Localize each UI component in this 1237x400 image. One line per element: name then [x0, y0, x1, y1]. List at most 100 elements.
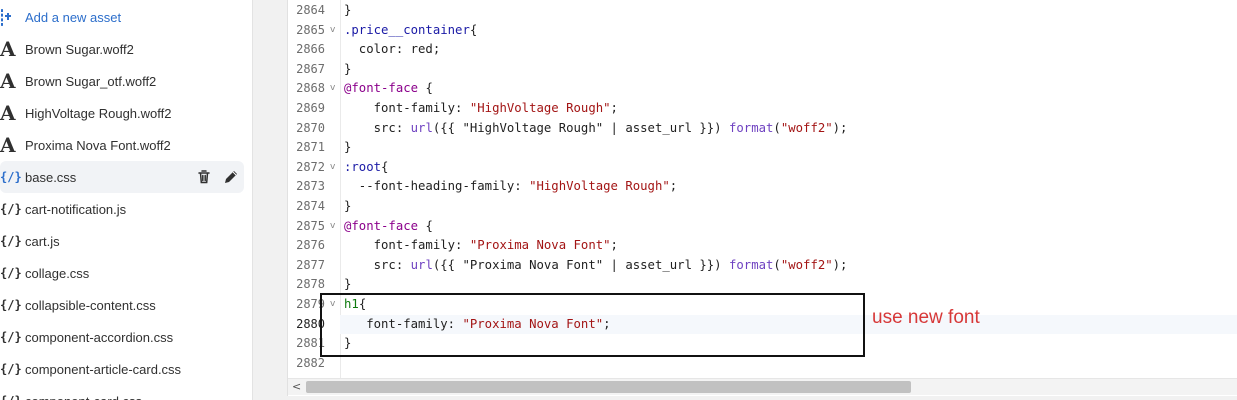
font-file-icon: A — [0, 69, 16, 93]
code-token: src: — [344, 257, 411, 272]
code-file-icon: {/} — [0, 362, 22, 376]
file-row-actions — [196, 168, 244, 186]
scroll-left-arrow-icon[interactable]: < — [292, 379, 302, 395]
code-line[interactable]: } — [344, 138, 1237, 158]
code-token: "HighVoltage Rough" — [469, 101, 611, 115]
line-number: 2875 — [296, 218, 325, 233]
asset-file-name: Brown Sugar.woff2 — [25, 41, 134, 57]
annotation-highlight-box — [320, 293, 865, 357]
scrollbar-thumb[interactable] — [306, 381, 911, 393]
code-token: url — [410, 120, 433, 135]
asset-sidebar: Add a new asset A Brown Sugar.woff2 A Brown… — [0, 0, 253, 400]
line-number: 2868 — [296, 81, 325, 96]
code-token: ); — [832, 120, 848, 135]
code-line[interactable]: } — [344, 1, 1237, 21]
code-file-icon: {/} — [0, 266, 22, 280]
asset-file-item[interactable]: {/} collapsible-content.css — [0, 289, 244, 321]
code-file-icon: {/} — [0, 234, 22, 248]
fold-toggle-icon[interactable]: v — [330, 217, 335, 237]
code-line[interactable]: font-family: "HighVoltage Rough"; — [344, 99, 1237, 119]
code-token: --font-heading-family: — [344, 179, 530, 194]
asset-file-name: collapsible-content.css — [25, 297, 156, 313]
code-file-icon: {/} — [0, 330, 22, 344]
code-line[interactable]: } — [344, 197, 1237, 217]
code-token: src: — [344, 120, 411, 135]
code-token: ( — [773, 120, 781, 135]
asset-file-item[interactable]: {/}component-card.css — [0, 385, 244, 400]
code-token: @font-face — [344, 81, 419, 96]
fold-toggle-icon[interactable]: v — [330, 158, 335, 178]
asset-file-item[interactable]: A Brown Sugar_otf.woff2 — [0, 65, 244, 97]
line-number: 2866 — [296, 42, 325, 57]
add-new-asset-button[interactable]: Add a new asset — [0, 1, 244, 33]
asset-file-name: component-article-card.css — [25, 361, 182, 377]
code-line[interactable]: .price__container{ — [344, 21, 1237, 41]
asset-file-item[interactable]: {/} cart.js — [0, 225, 244, 257]
code-line[interactable]: @font-face { — [344, 217, 1237, 237]
code-token: font-family: — [344, 238, 470, 253]
asset-file-item[interactable]: {/} collage.css — [0, 257, 244, 289]
code-token: url — [410, 257, 433, 272]
rename-file-icon[interactable] — [222, 168, 240, 186]
line-number: 2873 — [296, 179, 325, 194]
code-token: { — [469, 22, 478, 37]
line-number: 2872 — [296, 159, 325, 174]
code-token: format — [729, 120, 774, 135]
line-number: 2874 — [296, 199, 325, 213]
line-number: 2877 — [296, 257, 325, 272]
code-token: { — [418, 81, 433, 96]
code-token: "Proxima Nova Font" — [469, 238, 611, 253]
code-token: color: red; — [344, 42, 441, 57]
code-token: ({{ "HighVoltage Rough" | asset_url }}) — [432, 120, 729, 135]
asset-file-item[interactable]: A HighVoltage Rough.woff2 — [0, 97, 244, 129]
code-line[interactable]: --font-heading-family: "HighVoltage Roug… — [344, 177, 1237, 197]
code-token: .price__container — [344, 22, 470, 37]
code-token: ); — [832, 257, 848, 272]
line-number: 2871 — [296, 140, 325, 155]
font-file-icon: A — [0, 101, 16, 125]
line-number: 2864 — [296, 3, 325, 17]
annotation-text: use new font — [872, 307, 980, 328]
code-file-icon: {/} — [0, 170, 22, 184]
fold-toggle-icon[interactable]: v — [330, 79, 335, 99]
asset-file-item[interactable]: A Proxima Nova Font.woff2 — [0, 129, 244, 161]
code-line[interactable]: color: red; — [344, 40, 1237, 60]
code-line[interactable]: font-family: "Proxima Nova Font"; — [344, 236, 1237, 256]
code-line[interactable]: } — [344, 60, 1237, 80]
asset-file-item[interactable]: {/} base.css — [0, 161, 244, 193]
asset-file-name: component-card.css — [25, 394, 244, 400]
code-line[interactable]: :root{ — [344, 158, 1237, 178]
code-token: ({{ "Proxima Nova Font" | asset_url }}) — [432, 257, 729, 272]
asset-file-item[interactable]: A Brown Sugar.woff2 — [0, 33, 244, 65]
line-number: 2870 — [296, 120, 325, 135]
asset-file-item[interactable]: {/} cart-notification.js — [0, 193, 244, 225]
code-token: "woff2" — [780, 120, 833, 135]
line-number: 2865 — [296, 22, 325, 37]
code-token: "HighVoltage Rough" — [529, 179, 670, 194]
add-asset-label: Add a new asset — [25, 9, 122, 25]
code-line[interactable]: src: url({{ "HighVoltage Rough" | asset_… — [344, 119, 1237, 139]
code-token: } — [344, 199, 352, 213]
code-token: } — [344, 3, 352, 17]
code-line[interactable]: src: url({{ "Proxima Nova Font" | asset_… — [344, 256, 1237, 276]
asset-file-name: base.css — [25, 169, 77, 185]
code-token: ( — [773, 257, 781, 272]
code-line[interactable]: @font-face { — [344, 79, 1237, 99]
font-file-icon: A — [0, 133, 16, 157]
code-file-icon: {/} — [0, 298, 22, 312]
code-token: "woff2" — [780, 257, 833, 272]
asset-file-item[interactable]: {/} component-article-card.css — [0, 353, 244, 385]
asset-file-name: Brown Sugar_otf.woff2 — [25, 73, 157, 89]
code-token: @font-face — [344, 218, 419, 233]
code-token: } — [344, 140, 352, 155]
code-token: { — [381, 159, 389, 174]
horizontal-scrollbar[interactable]: < — [288, 378, 1237, 395]
asset-file-item[interactable]: {/} component-accordion.css — [0, 321, 244, 353]
delete-file-icon[interactable] — [196, 169, 212, 185]
asset-file-name: Proxima Nova Font.woff2 — [25, 137, 171, 153]
font-file-icon: A — [0, 37, 16, 61]
code-token: ; — [610, 238, 618, 253]
line-number: 2876 — [296, 238, 325, 253]
fold-toggle-icon[interactable]: v — [330, 21, 335, 41]
code-token: } — [344, 61, 352, 76]
